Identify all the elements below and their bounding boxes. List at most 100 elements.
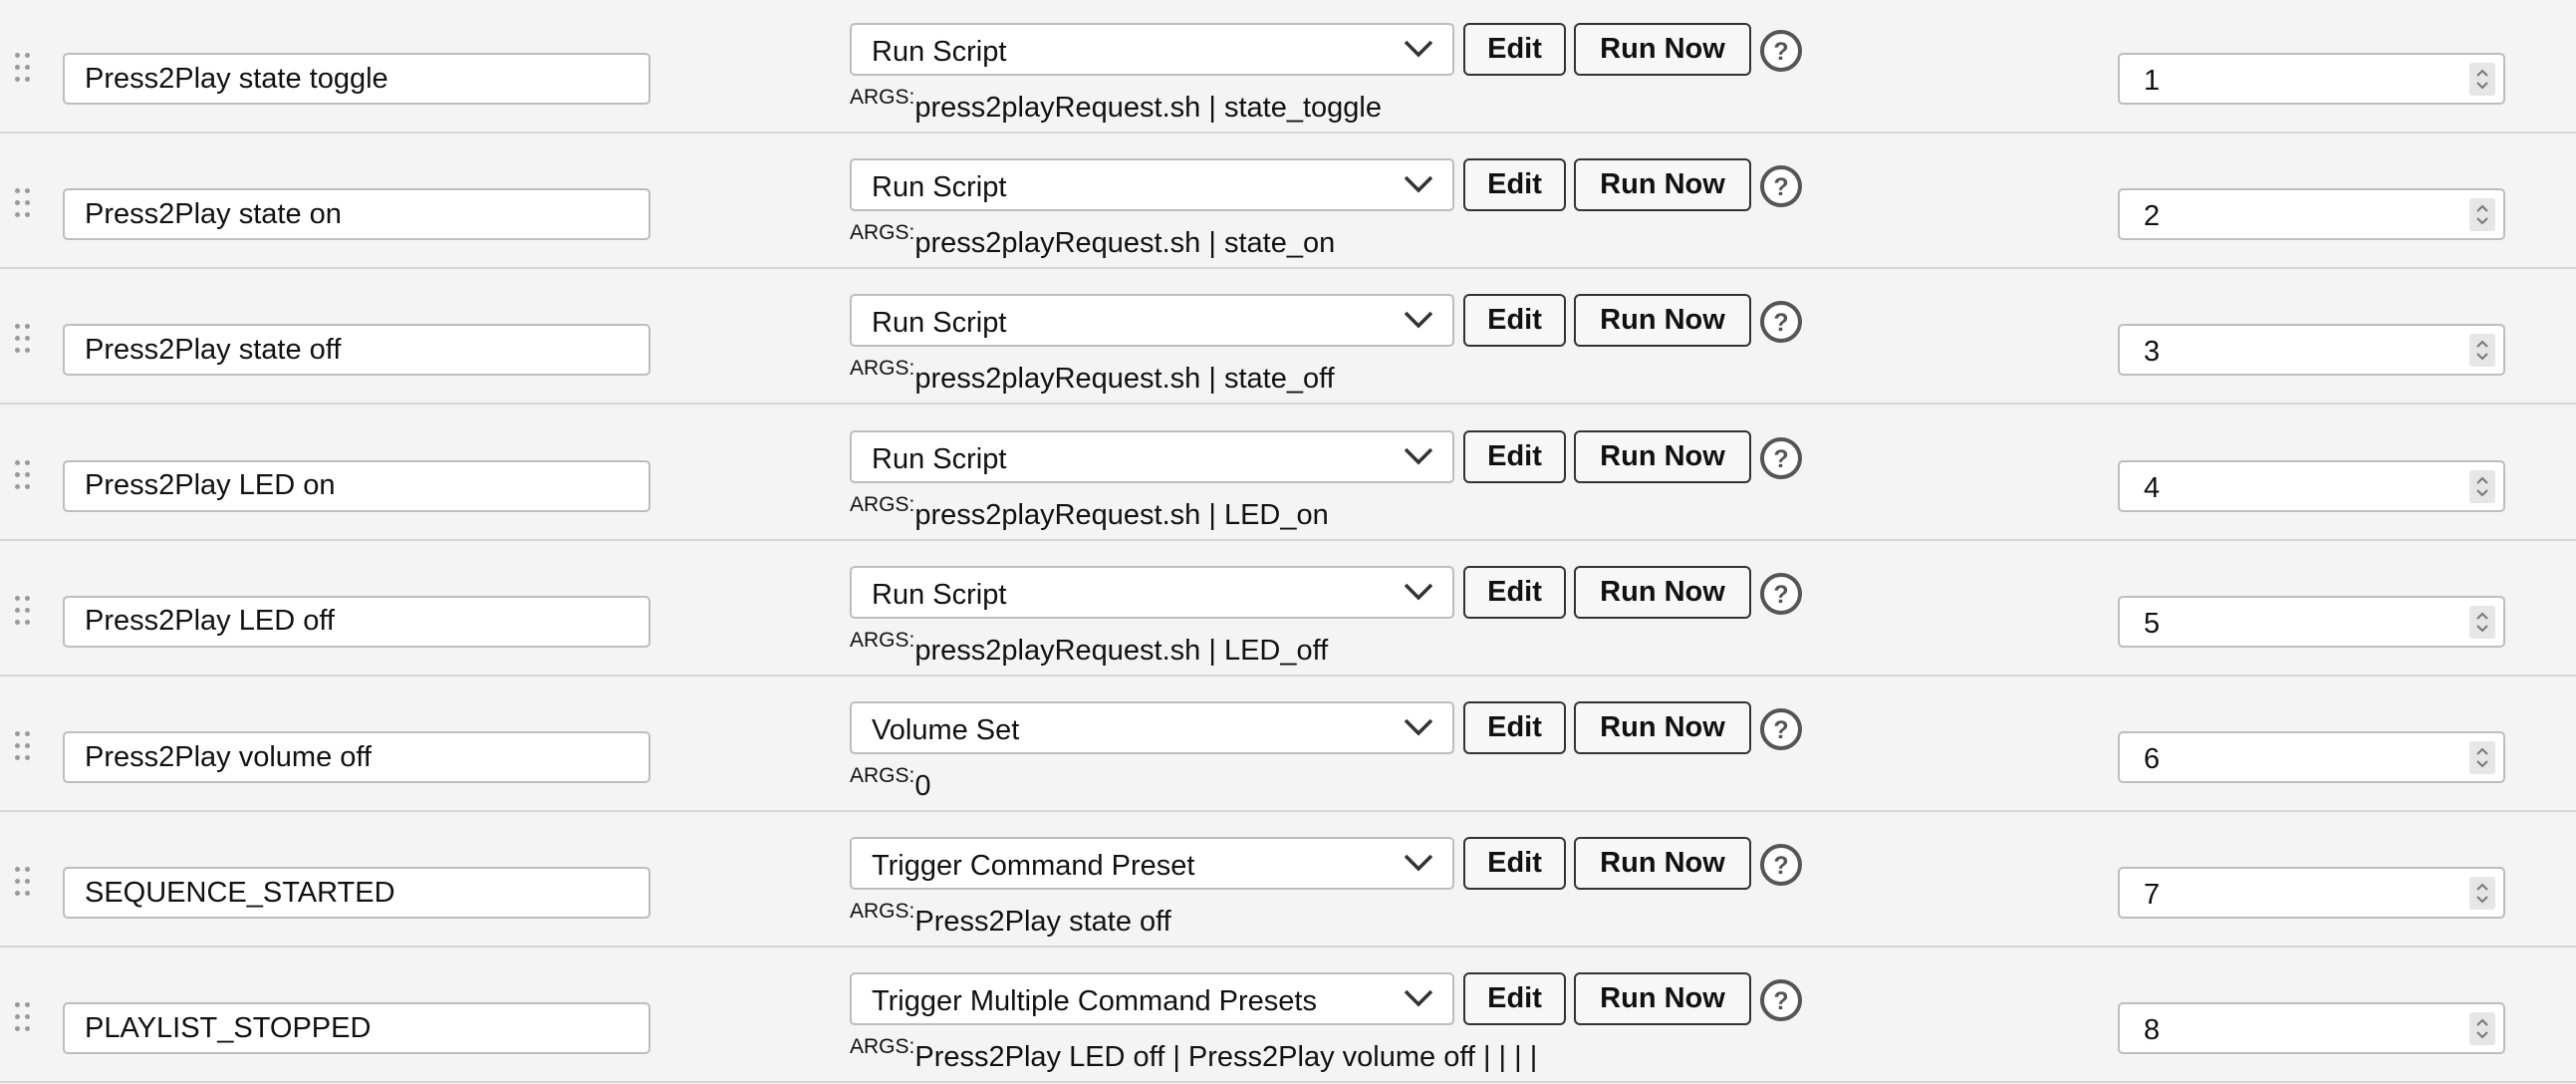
command-select[interactable]: Run Script <box>850 565 1454 619</box>
command-select[interactable]: Run Script <box>850 429 1454 483</box>
args-label: ARGS: <box>850 86 915 109</box>
number-spinner-icon[interactable] <box>2469 198 2495 232</box>
number-spinner-icon[interactable] <box>2469 741 2495 774</box>
command-select[interactable]: Trigger Command Preset <box>850 837 1454 891</box>
drag-handle-icon[interactable] <box>15 1002 33 1032</box>
drag-handle-icon[interactable] <box>15 188 33 218</box>
drag-handle-icon[interactable] <box>15 731 33 761</box>
order-number-value: 8 <box>2144 1014 2161 1047</box>
command-select[interactable]: Trigger Multiple Command Presets <box>850 972 1454 1026</box>
drag-handle-icon[interactable] <box>15 459 33 490</box>
help-question-icon[interactable]: ? <box>1759 707 1803 751</box>
number-spinner-icon[interactable] <box>2469 63 2495 96</box>
order-number-input[interactable]: 6 <box>2118 731 2505 783</box>
help-question-icon[interactable]: ? <box>1759 978 1803 1022</box>
order-number-input[interactable]: 8 <box>2118 1002 2505 1055</box>
command-select[interactable]: Run Script <box>850 294 1454 348</box>
drag-handle-icon[interactable] <box>15 867 33 897</box>
order-number-input[interactable]: 3 <box>2118 324 2505 377</box>
order-number-value: 6 <box>2144 743 2161 775</box>
chevron-down-icon <box>1404 718 1433 736</box>
preset-row: Run Script Edit Run Now ? ARGS:press2pla… <box>0 271 2576 406</box>
order-number-input[interactable]: 5 <box>2118 595 2505 648</box>
args-line: ARGS:press2playRequest.sh | state_off <box>850 357 1335 395</box>
preset-name-input[interactable] <box>63 53 650 105</box>
svg-text:?: ? <box>1773 309 1788 337</box>
order-number-input[interactable]: 2 <box>2118 188 2505 241</box>
preset-name-input[interactable] <box>63 867 650 920</box>
drag-handle-icon[interactable] <box>15 324 33 354</box>
args-label: ARGS: <box>850 1035 915 1059</box>
order-number-value: 3 <box>2144 336 2161 369</box>
preset-name-input[interactable] <box>63 1002 650 1055</box>
order-number-value: 4 <box>2144 471 2161 504</box>
preset-name-input[interactable] <box>63 324 650 377</box>
args-value: press2playRequest.sh | state_toggle <box>914 92 1382 124</box>
run-now-button[interactable]: Run Now <box>1574 429 1751 483</box>
run-now-button[interactable]: Run Now <box>1574 158 1751 212</box>
number-spinner-icon[interactable] <box>2469 877 2495 911</box>
help-question-icon[interactable]: ? <box>1759 843 1803 887</box>
edit-button[interactable]: Edit <box>1463 23 1566 76</box>
preset-name-input[interactable] <box>63 188 650 241</box>
args-value: press2playRequest.sh | state_on <box>914 227 1336 260</box>
command-select[interactable]: Volume Set <box>850 701 1454 754</box>
run-now-button[interactable]: Run Now <box>1574 972 1751 1026</box>
command-select-value: Trigger Multiple Command Presets <box>872 985 1317 1018</box>
chevron-down-icon <box>1404 854 1433 872</box>
edit-button[interactable]: Edit <box>1463 837 1566 891</box>
order-number-input[interactable]: 4 <box>2118 459 2505 512</box>
number-spinner-icon[interactable] <box>2469 469 2495 503</box>
drag-handle-icon[interactable] <box>15 53 33 83</box>
run-now-button[interactable]: Run Now <box>1574 837 1751 891</box>
command-select-value: Run Script <box>872 36 1007 68</box>
preset-row: Run Script Edit Run Now ? ARGS:press2pla… <box>0 542 2576 677</box>
args-value: Press2Play state off <box>914 906 1171 939</box>
help-question-icon[interactable]: ? <box>1759 164 1803 208</box>
args-line: ARGS:press2playRequest.sh | state_on <box>850 221 1335 259</box>
run-now-button[interactable]: Run Now <box>1574 701 1751 754</box>
command-select-value: Run Script <box>872 578 1007 611</box>
edit-button[interactable]: Edit <box>1463 294 1566 348</box>
chevron-down-icon <box>1404 175 1433 193</box>
run-now-button[interactable]: Run Now <box>1574 294 1751 348</box>
order-number-value: 5 <box>2144 607 2161 640</box>
run-now-button[interactable]: Run Now <box>1574 23 1751 76</box>
args-label: ARGS: <box>850 628 915 652</box>
help-question-icon[interactable]: ? <box>1759 300 1803 344</box>
preset-name-input[interactable] <box>63 595 650 648</box>
run-now-button[interactable]: Run Now <box>1574 565 1751 619</box>
order-number-value: 1 <box>2144 65 2161 97</box>
help-question-icon[interactable]: ? <box>1759 436 1803 480</box>
svg-text:?: ? <box>1773 987 1788 1015</box>
chevron-down-icon <box>1404 40 1433 58</box>
command-preset-list: Run Script Edit Run Now ? ARGS:press2pla… <box>0 0 2576 1084</box>
edit-button[interactable]: Edit <box>1463 158 1566 212</box>
svg-text:?: ? <box>1773 581 1788 609</box>
args-line: ARGS:Press2Play state off <box>850 900 1171 938</box>
args-value: 0 <box>914 770 931 802</box>
number-spinner-icon[interactable] <box>2469 1012 2495 1046</box>
edit-button[interactable]: Edit <box>1463 429 1566 483</box>
svg-text:?: ? <box>1773 173 1788 201</box>
help-question-icon[interactable]: ? <box>1759 29 1803 73</box>
args-line: ARGS:Press2Play LED off | Press2Play vol… <box>850 1035 1537 1073</box>
order-number-input[interactable]: 7 <box>2118 867 2505 920</box>
drag-handle-icon[interactable] <box>15 595 33 626</box>
args-line: ARGS:press2playRequest.sh | state_toggle <box>850 86 1382 124</box>
chevron-down-icon <box>1404 447 1433 465</box>
preset-name-input[interactable] <box>63 731 650 783</box>
number-spinner-icon[interactable] <box>2469 334 2495 368</box>
args-value: press2playRequest.sh | LED_on <box>914 498 1329 531</box>
order-number-input[interactable]: 1 <box>2118 53 2505 105</box>
command-select-value: Run Script <box>872 171 1007 204</box>
help-question-icon[interactable]: ? <box>1759 572 1803 616</box>
edit-button[interactable]: Edit <box>1463 565 1566 619</box>
number-spinner-icon[interactable] <box>2469 605 2495 639</box>
command-select[interactable]: Run Script <box>850 158 1454 212</box>
edit-button[interactable]: Edit <box>1463 972 1566 1026</box>
preset-name-input[interactable] <box>63 459 650 512</box>
command-select[interactable]: Run Script <box>850 23 1454 76</box>
preset-row: Run Script Edit Run Now ? ARGS:press2pla… <box>0 136 2576 270</box>
edit-button[interactable]: Edit <box>1463 701 1566 754</box>
